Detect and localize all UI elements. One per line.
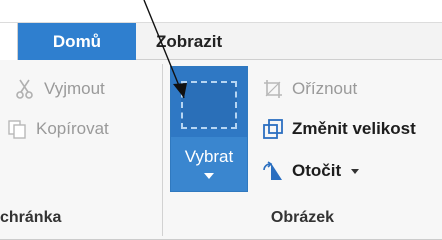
tab-strip: Domů Zobrazit <box>0 22 442 60</box>
crop-label: Oříznout <box>292 79 358 98</box>
cut-button[interactable]: Vyjmout <box>14 78 105 100</box>
resize-label: Změnit velikost <box>292 119 416 138</box>
resize-button[interactable]: Změnit velikost <box>262 118 416 140</box>
scissors-icon <box>14 78 36 100</box>
copy-label: Kopírovat <box>36 119 109 138</box>
ribbon-body: Vyjmout Kopírovat chránka Vybrat Oříznou… <box>0 60 442 240</box>
ribbon: Domů Zobrazit Vyjmout Kopírovat chránka … <box>0 0 442 240</box>
crop-icon <box>262 78 284 100</box>
select-label: Vybrat <box>184 147 234 166</box>
rotate-button[interactable]: Otočit <box>262 160 360 182</box>
resize-icon <box>262 118 284 140</box>
tab-home[interactable]: Domů <box>18 23 136 60</box>
crop-button[interactable]: Oříznout <box>262 78 357 100</box>
tab-file[interactable] <box>0 23 18 60</box>
image-group-label: Obrázek <box>270 209 335 226</box>
chevron-down-icon[interactable] <box>204 173 214 179</box>
clipboard-group-label: chránka <box>0 209 62 226</box>
pointer-arrow-icon <box>143 0 187 99</box>
cut-label: Vyjmout <box>44 79 105 98</box>
rotate-label: Otočit <box>292 161 342 180</box>
copy-icon <box>6 118 28 140</box>
rotate-icon <box>262 160 284 182</box>
copy-button[interactable]: Kopírovat <box>6 118 109 140</box>
rotate-dropdown-icon[interactable] <box>351 168 360 174</box>
